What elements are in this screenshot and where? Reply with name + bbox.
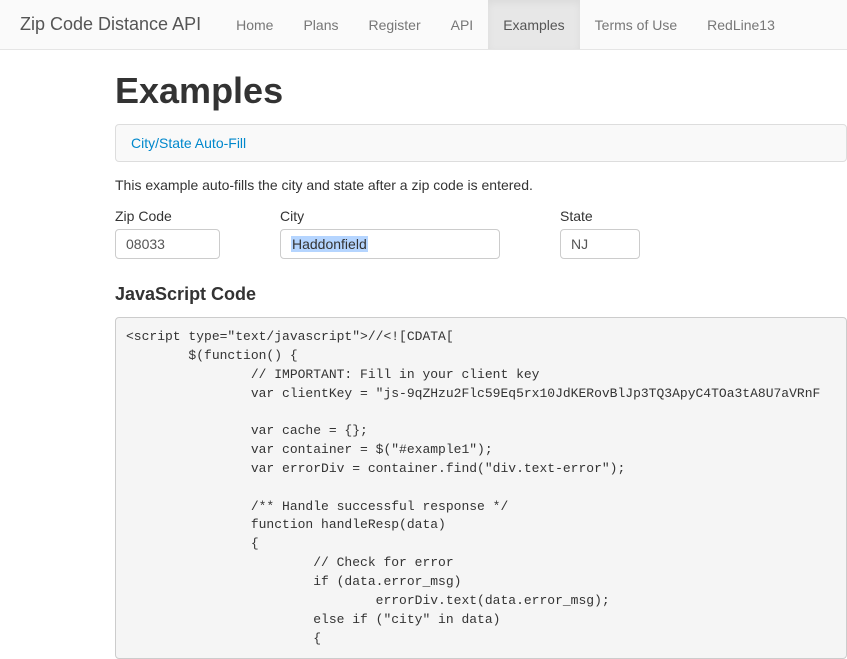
state-input[interactable] xyxy=(560,229,640,259)
city-value-highlight: Haddonfield xyxy=(291,236,368,252)
code-block: <script type="text/javascript">//<![CDAT… xyxy=(115,317,847,659)
nav-redline[interactable]: RedLine13 xyxy=(692,0,790,49)
main-container: Examples City/State Auto-Fill This examp… xyxy=(0,50,847,659)
state-label: State xyxy=(560,208,640,224)
example-panel: City/State Auto-Fill xyxy=(115,124,847,162)
code-heading: JavaScript Code xyxy=(115,284,847,305)
nav-plans[interactable]: Plans xyxy=(288,0,353,49)
city-input[interactable]: Haddonfield xyxy=(280,229,500,259)
example-description: This example auto-fills the city and sta… xyxy=(115,177,847,193)
nav-register[interactable]: Register xyxy=(353,0,435,49)
navbar: Zip Code Distance API Home Plans Registe… xyxy=(0,0,847,50)
form-group-state: State xyxy=(560,208,640,259)
form-group-city: City Haddonfield xyxy=(280,208,500,259)
nav-home[interactable]: Home xyxy=(221,0,288,49)
form-row: Zip Code City Haddonfield State xyxy=(115,208,847,259)
zip-label: Zip Code xyxy=(115,208,220,224)
page-title: Examples xyxy=(115,70,847,112)
navbar-brand[interactable]: Zip Code Distance API xyxy=(20,14,221,35)
form-group-zip: Zip Code xyxy=(115,208,220,259)
city-label: City xyxy=(280,208,500,224)
nav-terms[interactable]: Terms of Use xyxy=(580,0,692,49)
nav-items: Home Plans Register API Examples Terms o… xyxy=(221,0,790,49)
zip-input[interactable] xyxy=(115,229,220,259)
panel-link-autofill[interactable]: City/State Auto-Fill xyxy=(131,135,246,151)
nav-examples[interactable]: Examples xyxy=(488,0,579,49)
nav-api[interactable]: API xyxy=(436,0,489,49)
